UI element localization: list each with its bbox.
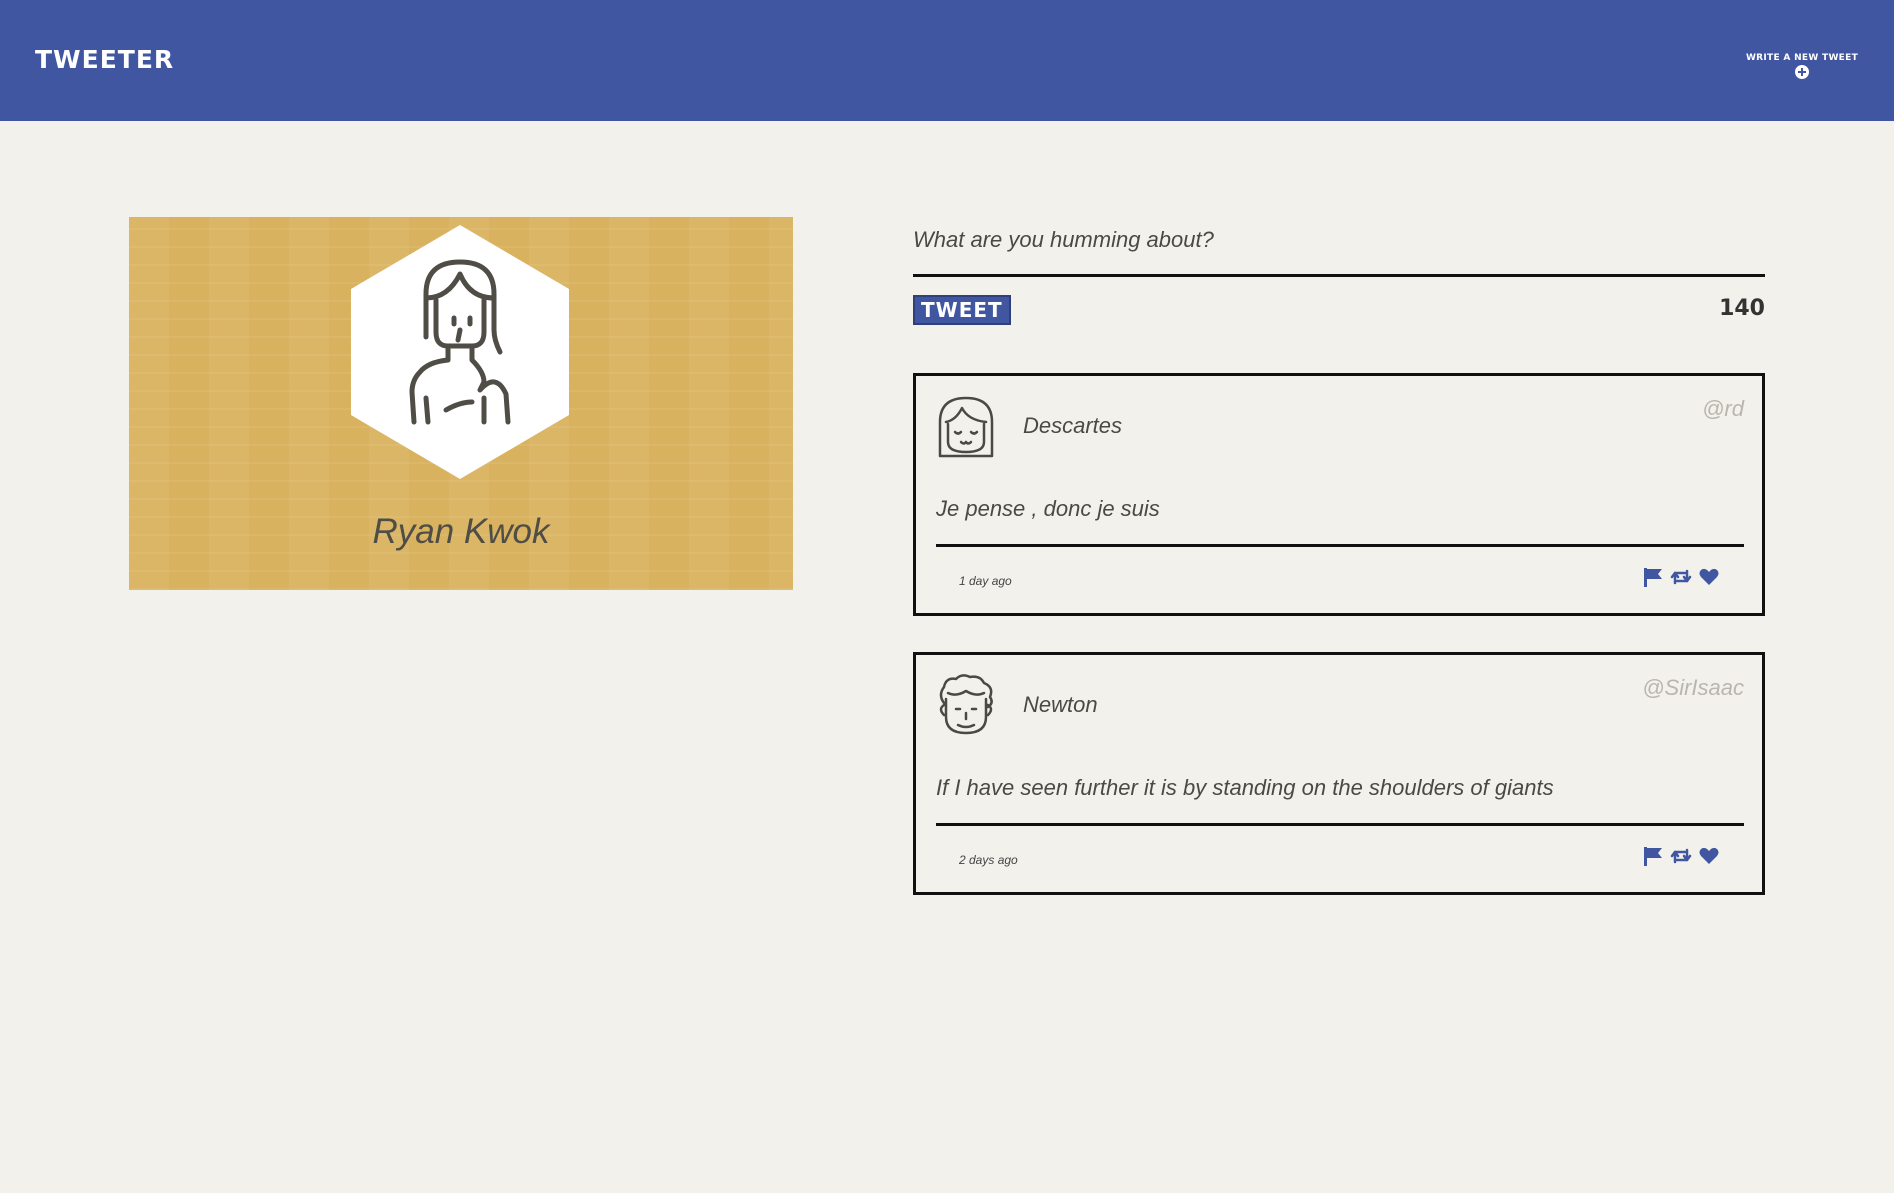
flag-icon[interactable] [1642,845,1664,867]
char-counter: 140 [1719,296,1765,321]
retweet-icon[interactable] [1670,845,1692,867]
profile-avatar [348,222,572,482]
heart-icon[interactable] [1698,845,1720,867]
tweet-card: Descartes @rd Je pense , donc je suis 1 … [913,373,1765,616]
tweet-text: If I have seen further it is by standing… [936,775,1554,800]
retweet-icon[interactable] [1670,566,1692,588]
woman-avatar-icon [351,225,569,479]
curly-hair-face-icon [939,674,993,735]
tweet-timestamp: 2 days ago [959,853,1018,867]
tweet-handle[interactable]: @SirIsaac [1642,675,1744,701]
tweet-timestamp: 1 day ago [959,574,1012,588]
tweet-composer: TWEET 140 [913,217,1765,325]
profile-name: Ryan Kwok [372,512,550,551]
top-navbar: TWEETER WRITE A NEW TWEET [0,0,1894,121]
plus-circle-icon [1795,65,1809,79]
girl-face-icon [938,396,994,458]
tweet-author[interactable]: Descartes [1023,413,1122,439]
tweet-text: Je pense , donc je suis [936,496,1160,521]
tweet-handle[interactable]: @rd [1702,396,1744,422]
tweet-button[interactable]: TWEET [913,295,1011,325]
tweet-actions [1642,566,1720,588]
flag-icon[interactable] [1642,566,1664,588]
brand-logo[interactable]: TWEETER [35,45,174,74]
tweet-avatar [936,394,996,460]
tweet-card: Newton @SirIsaac If I have seen further … [913,652,1765,895]
write-new-tweet-label: WRITE A NEW TWEET [1745,53,1859,63]
tweet-author[interactable]: Newton [1023,692,1098,718]
heart-icon[interactable] [1698,566,1720,588]
tweet-divider [936,544,1744,547]
tweet-input[interactable] [913,217,1765,277]
write-new-tweet-button[interactable]: WRITE A NEW TWEET [1742,53,1862,84]
profile-card: Ryan Kwok [129,217,793,590]
tweet-actions [1642,845,1720,867]
tweet-avatar [936,673,996,739]
tweet-divider [936,823,1744,826]
